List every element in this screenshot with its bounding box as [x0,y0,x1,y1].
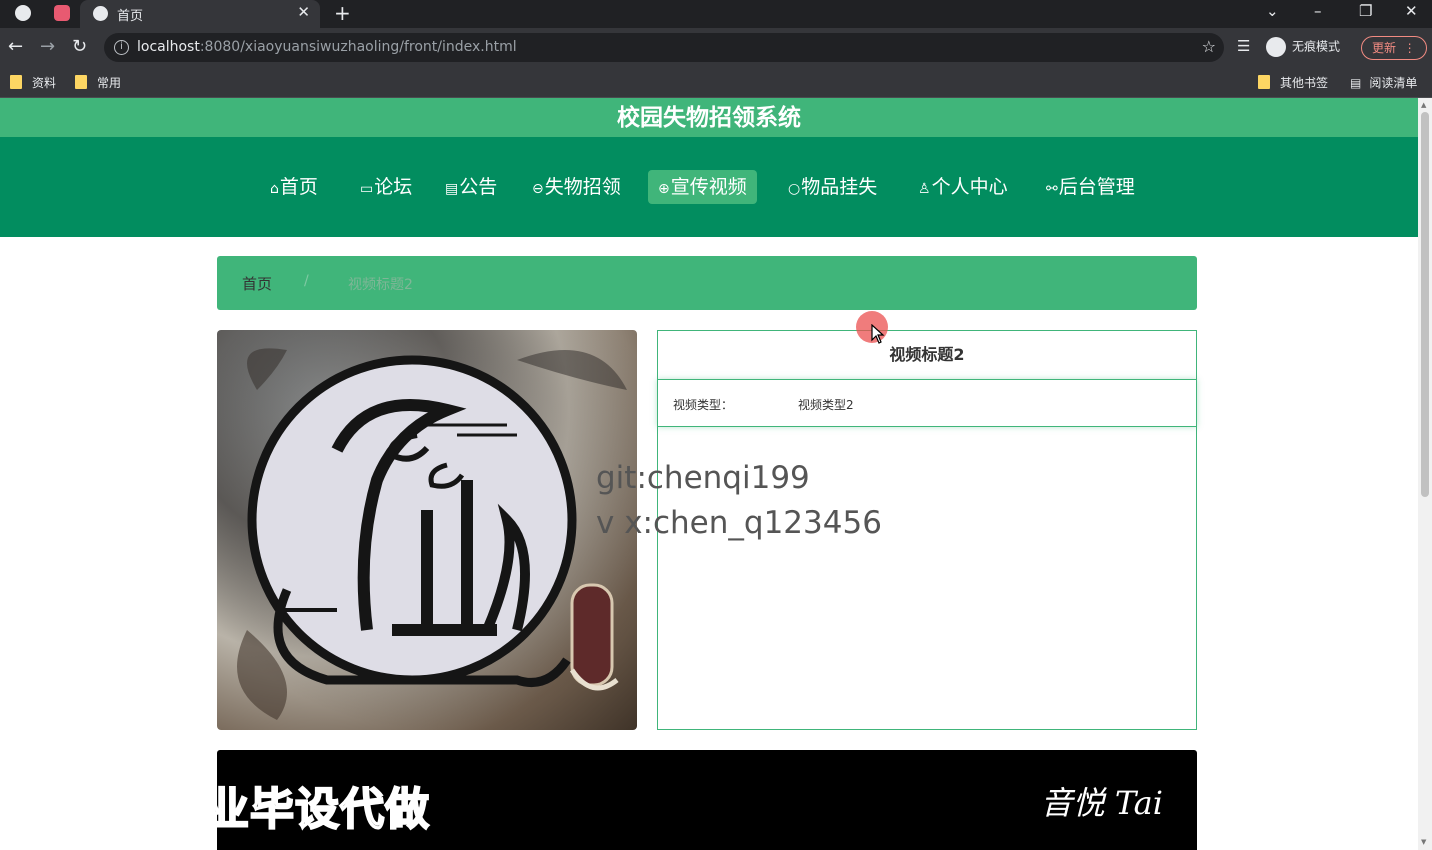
video-type-value: 视频类型2 [798,398,854,412]
scroll-down-icon[interactable]: ▼ [1421,838,1426,846]
nav-home[interactable]: ⌂首页 [260,170,328,204]
lost-found-icon: ⊖ [532,181,544,197]
watermark-line-1: git:chenqi199 [596,460,810,496]
site-title: 校园失物招领系统 [0,98,1418,137]
nav-item-report[interactable]: ○物品挂失 [778,170,887,204]
bookmark-folder-changyong[interactable]: 常用 [75,74,121,91]
close-window-button[interactable]: ✕ [1405,2,1418,20]
restore-button[interactable]: ❐ [1359,2,1372,20]
site-info-icon[interactable]: i [114,40,129,55]
notice-icon: ▤ [445,181,459,197]
video-title: 视频标题2 [889,345,965,364]
main-nav: ⌂首页 ▭论坛 ▤公告 ⊖失物招领 ⊕宣传视频 ○物品挂失 ♙个人中心 ⚯后台管… [0,137,1418,237]
nav-admin[interactable]: ⚯后台管理 [1036,170,1145,204]
folder-icon [75,75,87,89]
tab-search-icon[interactable]: ⌄ [1266,2,1279,20]
reading-list-icon: ▤ [1350,76,1362,90]
report-icon: ○ [788,181,801,197]
tab-home[interactable]: 首页 ✕ [80,0,320,28]
scroll-up-icon[interactable]: ▲ [1421,101,1426,109]
video-brand-logo: 音悦 Tai [1040,784,1163,822]
folder-icon [1258,75,1270,89]
nav-lost-found[interactable]: ⊖失物招领 [522,170,631,204]
incognito-icon [1266,37,1286,57]
breadcrumb-current: 视频标题2 [348,277,413,293]
bookmarks-bar: 资料 常用 其他书签 ▤ 阅读清单 [0,66,1432,98]
browser-toolbar: ← → ↻ i localhost:8080/xiaoyuansiwuzhaol… [0,28,1432,66]
reading-list-button[interactable]: ▤ 阅读清单 [1350,74,1417,91]
reload-button[interactable]: ↻ [72,36,87,57]
new-tab-button[interactable]: + [334,1,351,25]
url-text[interactable]: localhost:8080/xiaoyuansiwuzhaoling/fron… [137,39,517,55]
pinned-tab-icon[interactable] [54,5,70,21]
tab-title: 首页 [117,9,144,24]
forum-icon: ▭ [360,181,374,197]
folder-icon [10,75,22,89]
mouse-cursor-icon [871,324,885,344]
nav-user-center[interactable]: ♙个人中心 [908,170,1018,204]
breadcrumb: 首页 / 视频标题2 [217,256,1197,310]
link-icon: ⚯ [1046,181,1058,197]
reading-list-icon[interactable]: ☰ [1237,37,1250,55]
update-button[interactable]: 更新 ⋮ [1361,36,1427,60]
browser-menu-icon[interactable] [15,5,31,21]
minimize-button[interactable]: – [1314,2,1322,20]
nav-forum[interactable]: ▭论坛 [350,170,422,204]
page-scrollbar[interactable]: ▲ ▼ [1418,98,1432,850]
overlay-ad-text: 专业毕设代做 [159,783,430,836]
back-button[interactable]: ← [8,36,23,57]
video-icon: ⊕ [658,181,670,197]
nav-notice[interactable]: ▤公告 [435,170,507,204]
video-type-row: 视频类型： 视频类型2 [657,379,1197,427]
globe-icon [93,6,108,21]
browser-tab-bar: 首页 ✕ + ⌄ – ❐ ✕ [0,0,1432,28]
address-bar[interactable]: i localhost:8080/xiaoyuansiwuzhaoling/fr… [104,33,1224,62]
video-cover-image [217,330,637,730]
bookmark-folder-other[interactable]: 其他书签 [1258,74,1328,91]
forward-button[interactable]: → [40,36,55,57]
watermark-line-2: v x:chen_q123456 [596,505,882,541]
nav-promo-video[interactable]: ⊕宣传视频 [648,170,757,204]
breadcrumb-home[interactable]: 首页 [242,273,272,294]
page-viewport: 校园失物招领系统 ⌂首页 ▭论坛 ▤公告 ⊖失物招领 ⊕宣传视频 ○物品挂失 ♙… [0,98,1418,850]
bookmark-star-icon[interactable]: ☆ [1202,37,1216,56]
breadcrumb-separator: / [304,273,309,289]
bookmark-folder-ziliao[interactable]: 资料 [10,74,56,91]
scrollbar-thumb[interactable] [1421,112,1429,497]
incognito-indicator[interactable]: 无痕模式 [1266,37,1340,57]
user-icon: ♙ [918,181,931,197]
home-icon: ⌂ [270,181,279,197]
video-type-label: 视频类型： [673,398,734,412]
cover-logo-illustration [217,330,637,730]
close-tab-icon[interactable]: ✕ [297,3,310,21]
